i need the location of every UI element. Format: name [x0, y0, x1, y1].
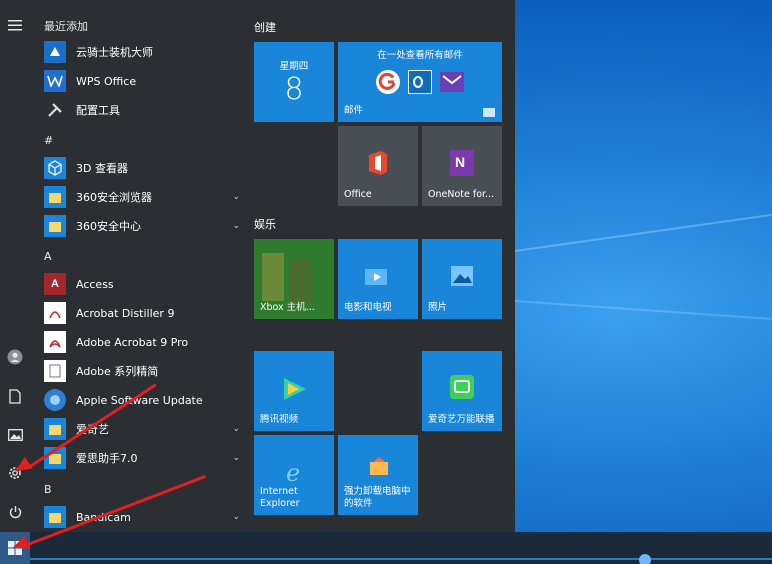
user-icon[interactable] [0, 342, 30, 372]
chevron-down-icon[interactable]: ⌄ [232, 453, 240, 463]
tools-icon [44, 99, 66, 121]
office-icon [366, 150, 390, 176]
chevron-down-icon[interactable]: ⌄ [232, 424, 240, 434]
chevron-down-icon[interactable]: ⌄ [232, 221, 240, 231]
section-header[interactable]: A [44, 250, 52, 263]
app-item-yunqishi[interactable]: 云骑士装机大师 [44, 39, 240, 65]
outlook-icon [408, 70, 432, 94]
section-header[interactable]: 最近添加 [44, 18, 88, 34]
app-item-3d-viewer[interactable]: 3D 查看器 [44, 155, 240, 181]
section-header[interactable]: # [44, 134, 53, 147]
folder-icon [44, 215, 66, 237]
tile-label: 强力卸载电脑中的软件 [344, 486, 411, 509]
calendar-day: 8 [284, 72, 304, 107]
mail-tile-caption: 在一处查看所有邮件 [377, 50, 463, 61]
google-icon [376, 70, 400, 94]
mail-icon [483, 108, 495, 117]
app-label: 爱思助手7.0 [76, 452, 138, 465]
app-item-360-center[interactable]: 360安全中心 ⌄ [44, 213, 240, 239]
wallpaper-ray [514, 300, 772, 323]
calendar-weekday: 星期四 [279, 61, 309, 72]
app-list[interactable]: 最近添加 云骑士装机大师 WPS Office 配置工具 # 3D 查看器 36… [30, 0, 245, 532]
tile-label: Xbox 主机... [260, 302, 315, 313]
app-label: 360安全浏览器 [76, 191, 152, 204]
acrobat-icon [44, 331, 66, 353]
onenote-icon: N [450, 150, 474, 176]
cube-icon [44, 157, 66, 179]
app-item-acrobat-distiller[interactable]: Acrobat Distiller 9 [44, 300, 240, 326]
app-item-config-tool[interactable]: 配置工具 [44, 97, 240, 123]
app-item-aisi[interactable]: 爱思助手7.0 ⌄ [44, 445, 240, 471]
minecraft-character-image [262, 253, 284, 301]
tile-group-header[interactable]: 娱乐 [254, 216, 276, 232]
yahoo-mail-icon [440, 72, 464, 92]
chevron-down-icon[interactable]: ⌄ [232, 512, 240, 522]
office-tile[interactable]: Office [338, 126, 418, 206]
document-icon[interactable] [0, 381, 30, 411]
folder-icon [44, 506, 66, 528]
tile-label: OneNote for... [428, 189, 495, 200]
uninstall-icon [368, 455, 390, 477]
acrobat-distiller-icon [44, 302, 66, 324]
start-menu: 最近添加 云骑士装机大师 WPS Office 配置工具 # 3D 查看器 36… [0, 0, 515, 532]
calendar-tile[interactable]: 星期四 8 [254, 42, 334, 122]
film-icon [364, 265, 392, 287]
app-label: 云骑士装机大师 [76, 46, 153, 59]
hamburger-icon[interactable] [0, 10, 30, 40]
apple-update-icon [44, 389, 66, 411]
app-label: WPS Office [76, 74, 137, 88]
app-label: Adobe 系列精简 [76, 365, 159, 378]
movies-tile[interactable]: 电影和电视 [338, 239, 418, 319]
app-item-360-browser[interactable]: 360安全浏览器 ⌄ [44, 184, 240, 210]
tile-label: 腾讯视频 [260, 414, 299, 425]
app-label: 3D 查看器 [76, 162, 128, 175]
mail-tile[interactable]: 在一处查看所有邮件 邮件 [338, 42, 502, 122]
access-icon: A [44, 273, 66, 295]
app-item-adobe-suite[interactable]: Adobe 系列精简 [44, 358, 240, 384]
chevron-down-icon[interactable]: ⌄ [232, 192, 240, 202]
taskbar-progress-line [30, 558, 772, 560]
yunqishi-icon [44, 41, 66, 63]
tile-label: Internet Explorer [260, 486, 300, 509]
pictures-icon[interactable] [0, 420, 30, 450]
app-item-acrobat-pro[interactable]: Adobe Acrobat 9 Pro [44, 329, 240, 355]
ie-tile[interactable]: e Internet Explorer [254, 435, 334, 515]
tile-label: 爱奇艺万能联播 [428, 414, 495, 425]
folder-icon [44, 186, 66, 208]
xbox-tile[interactable]: Xbox 主机... [254, 239, 334, 319]
uninstall-tile[interactable]: 强力卸载电脑中的软件 [338, 435, 418, 515]
app-item-wps[interactable]: WPS Office [44, 68, 240, 94]
wps-icon [44, 70, 66, 92]
internet-explorer-icon: e [282, 459, 308, 487]
folder-icon [44, 418, 66, 440]
photos-tile[interactable]: 照片 [422, 239, 502, 319]
document-icon [44, 360, 66, 382]
iqiyi-tile[interactable]: 爱奇艺万能联播 [422, 351, 502, 431]
taskbar [0, 532, 772, 564]
minecraft-character-image [290, 259, 312, 303]
app-label: Acrobat Distiller 9 [76, 306, 175, 320]
section-header[interactable]: B [44, 483, 52, 496]
app-label: Access [76, 277, 114, 291]
tile-group-header[interactable]: 创建 [254, 19, 276, 35]
tile-label: 邮件 [344, 105, 364, 116]
app-label: 配置工具 [76, 104, 120, 117]
tile-label: 电影和电视 [344, 302, 392, 313]
iqiyi-icon [450, 375, 474, 399]
app-item-access[interactable]: A Access [44, 271, 240, 297]
onenote-tile[interactable]: N OneNote for... [422, 126, 502, 206]
power-icon[interactable] [0, 497, 30, 527]
tencent-video-icon [280, 375, 308, 403]
app-label: 360安全中心 [76, 220, 141, 233]
tile-label: Office [344, 189, 372, 200]
wallpaper-ray [514, 208, 772, 252]
tile-label: 照片 [428, 302, 448, 313]
start-rail [0, 0, 30, 532]
photos-icon [450, 265, 474, 287]
app-label: Adobe Acrobat 9 Pro [76, 335, 189, 349]
svg-text:e: e [286, 459, 300, 485]
taskbar-indicator [639, 554, 651, 564]
tencent-video-tile[interactable]: 腾讯视频 [254, 351, 334, 431]
